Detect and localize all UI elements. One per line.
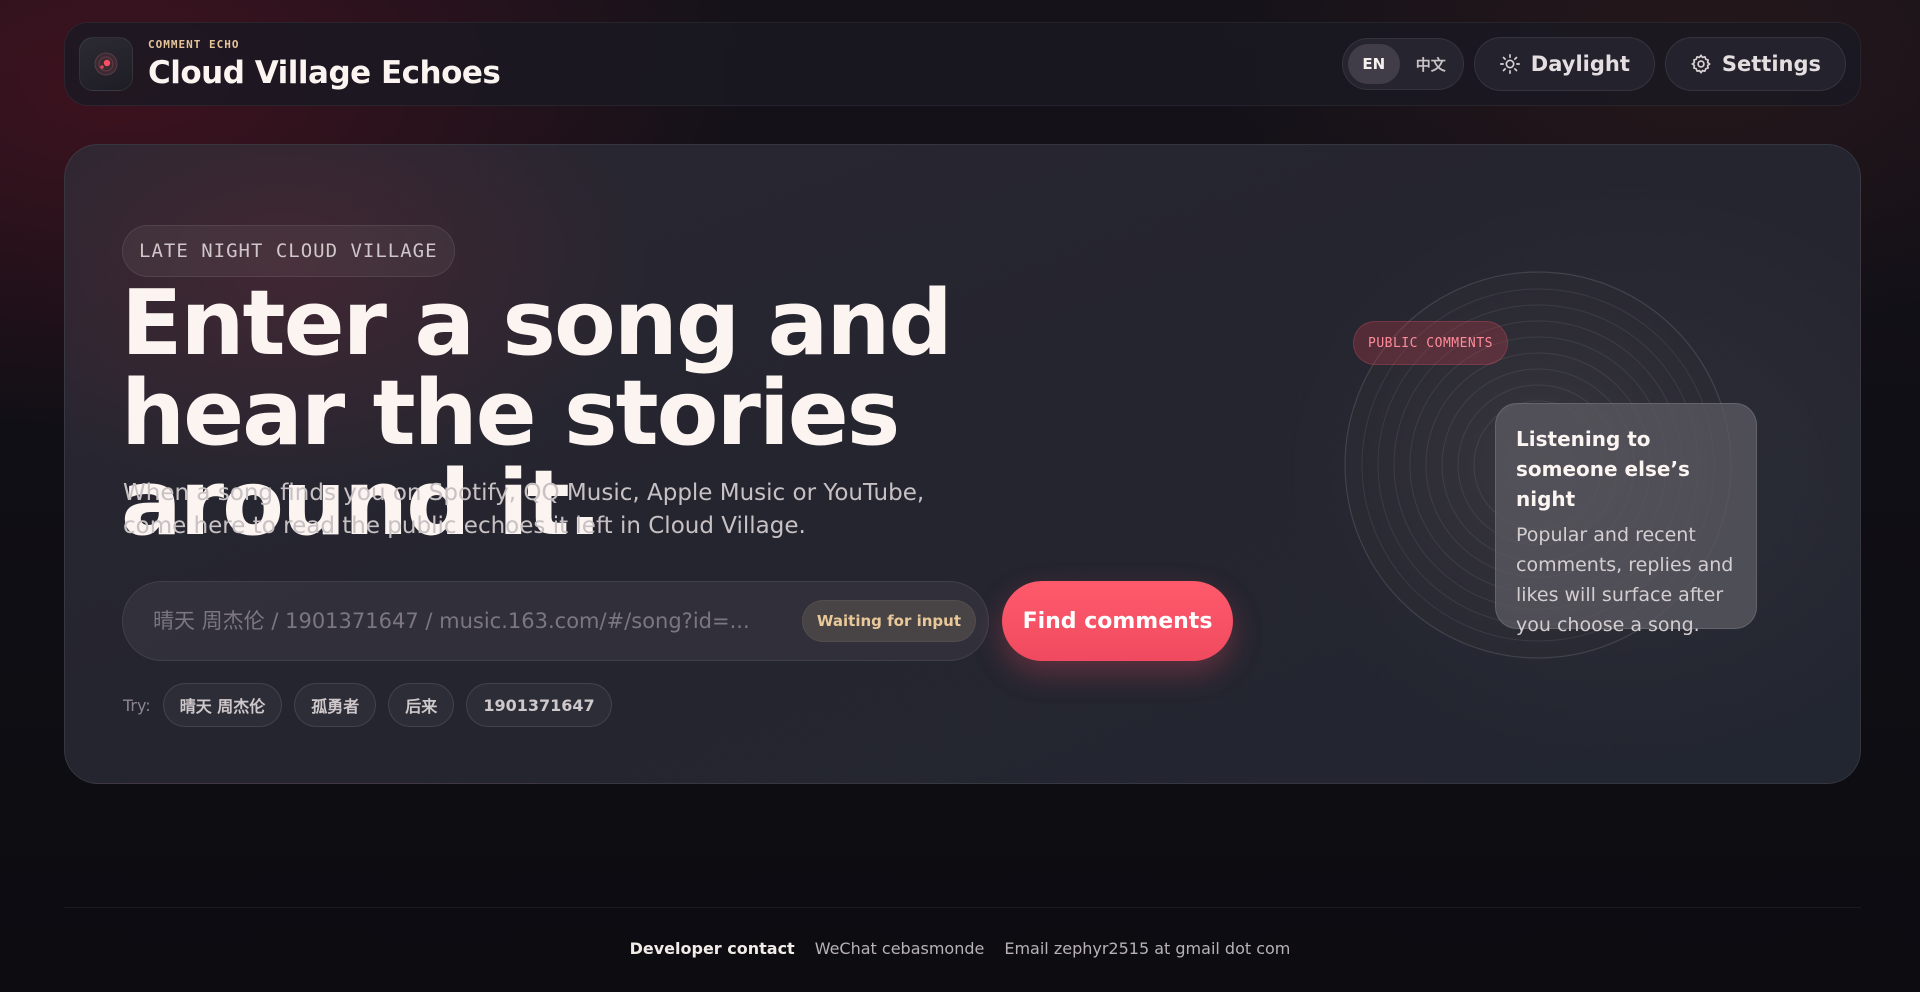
- search-status-badge: Waiting for input: [801, 600, 976, 642]
- settings-button[interactable]: Settings: [1664, 37, 1846, 91]
- lang-zh-button[interactable]: 中文: [1404, 44, 1458, 84]
- daylight-button[interactable]: Daylight: [1473, 37, 1655, 91]
- gear-icon: [1691, 54, 1711, 74]
- hero-subtext-line-2: come here to read the public echoes it l…: [123, 513, 806, 539]
- top-bar: COMMENT ECHO Cloud Village Echoes EN 中文 …: [64, 22, 1861, 106]
- suggestion-chip[interactable]: 晴天 周杰伦: [162, 683, 283, 727]
- footer-label: Developer contact: [629, 938, 795, 958]
- footer: Developer contact WeChat cebasmonde Emai…: [0, 936, 1920, 960]
- song-search-input[interactable]: [153, 609, 802, 633]
- brand-kicker: COMMENT ECHO: [148, 37, 240, 51]
- settings-label: Settings: [1721, 52, 1821, 76]
- public-comments-tag: PUBLIC COMMENTS: [1353, 321, 1508, 365]
- info-card-body: Popular and recent comments, replies and…: [1516, 524, 1734, 636]
- hero-card: LATE NIGHT CLOUD VILLAGE Enter a song an…: [64, 144, 1861, 784]
- daylight-label: Daylight: [1530, 52, 1630, 76]
- hero-eyebrow: LATE NIGHT CLOUD VILLAGE: [122, 225, 455, 277]
- lang-en-button[interactable]: EN: [1347, 44, 1400, 84]
- brand[interactable]: COMMENT ECHO Cloud Village Echoes: [79, 37, 501, 91]
- suggestion-chip[interactable]: 后来: [388, 683, 455, 727]
- info-card-title: Listening to someone else’s night: [1516, 427, 1690, 511]
- footer-wechat: WeChat cebasmonde: [814, 938, 985, 958]
- find-comments-button[interactable]: Find comments: [1002, 581, 1233, 661]
- try-label: Try:: [123, 695, 151, 715]
- info-card: Listening to someone else’s night Popula…: [1495, 403, 1757, 636]
- vinyl-logo-icon: [79, 37, 133, 91]
- app-title: Cloud Village Echoes: [148, 54, 501, 91]
- song-search-box: Waiting for input: [122, 581, 989, 661]
- suggestion-chip[interactable]: 孤勇者: [294, 683, 377, 727]
- footer-divider: [64, 907, 1861, 908]
- suggestion-row: Try: 晴天 周杰伦 孤勇者 后来 1901371647: [123, 683, 612, 727]
- footer-email: Email zephyr2515 at gmail dot com: [1004, 938, 1291, 958]
- language-toggle: EN 中文: [1341, 38, 1464, 90]
- hero-subtext: When a song finds you on Spotify, QQ Mus…: [123, 477, 943, 543]
- sun-icon: [1499, 54, 1520, 74]
- hero-subtext-line-1: When a song finds you on Spotify, QQ Mus…: [123, 480, 925, 506]
- suggestion-chip[interactable]: 1901371647: [466, 683, 612, 727]
